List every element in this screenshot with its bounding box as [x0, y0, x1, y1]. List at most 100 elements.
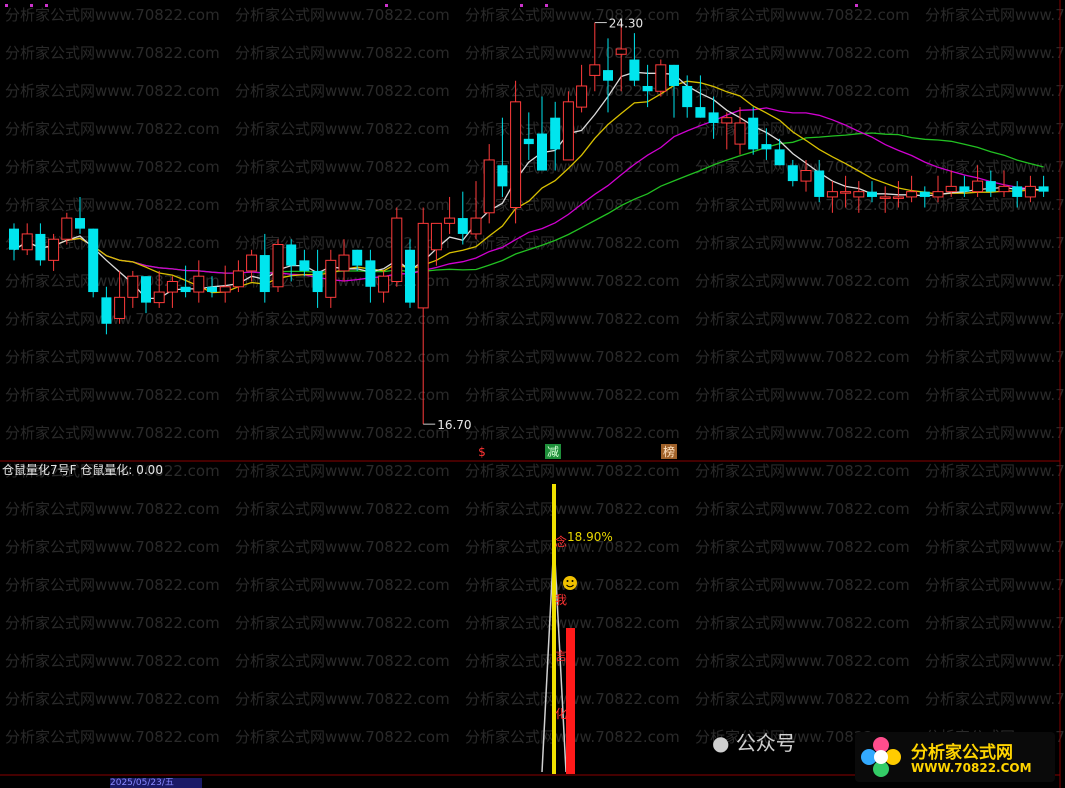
- watermark-bg-text: 分析家公式网www.70822.com: [695, 462, 910, 480]
- watermark-bg-text: 分析家公式网www.70822.com: [925, 690, 1065, 708]
- candle-body-up: [655, 64, 667, 92]
- watermark-url: WWW.70822.COM: [911, 761, 1032, 775]
- candle-body-up: [483, 159, 495, 214]
- watermark-bg-text: 分析家公式网www.70822.com: [465, 272, 680, 290]
- watermark-bg-text: 分析家公式网www.70822.com: [695, 576, 910, 594]
- watermark-bg-text: 分析家公式网www.70822.com: [235, 652, 450, 670]
- watermark-bg-text: 分析家公式网www.70822.com: [5, 500, 220, 518]
- watermark-bg-text: 分析家公式网www.70822.com: [235, 386, 450, 404]
- watermark-bg-text: 分析家公式网www.70822.com: [925, 386, 1065, 404]
- candle-body-down: [207, 286, 217, 293]
- watermark-bg-text: 分析家公式网www.70822.com: [465, 310, 680, 328]
- candle-body-up: [892, 196, 904, 199]
- candle-body-up: [853, 191, 865, 198]
- signal-label: 榜: [663, 444, 675, 459]
- watermark-bg-text: 分析家公式网www.70822.com: [5, 424, 220, 442]
- watermark-bg-text: 分析家公式网www.70822.com: [5, 614, 220, 632]
- watermark-bg-text: 分析家公式网www.70822.com: [695, 196, 910, 214]
- watermark-bg-text: 分析家公式网www.70822.com: [925, 348, 1065, 366]
- watermark-bg-text: 分析家公式网www.70822.com: [465, 424, 680, 442]
- candle-body-down: [867, 191, 877, 197]
- candle-body-up: [721, 117, 733, 124]
- candle-body-up: [945, 185, 957, 193]
- candle-body-down: [695, 107, 706, 118]
- watermark-bg-text: 分析家公式网www.70822.com: [235, 82, 450, 100]
- indicator-glyph: 言: [555, 649, 567, 663]
- watermark-bg-text: 分析家公式网www.70822.com: [235, 614, 450, 632]
- smiley-eye: [571, 580, 574, 582]
- top-marker: [385, 4, 388, 7]
- candle-body-up: [61, 217, 73, 240]
- candle-body-up: [734, 122, 746, 145]
- candle-body-up: [378, 275, 390, 293]
- stock-chart-window: 分析家公式网www.70822.com 分析家公式网www.70822.com 分析…: [0, 0, 1065, 788]
- indicator-glyph: 念: [555, 534, 567, 549]
- watermark-bg-text: 分析家公式网www.70822.com: [235, 44, 450, 62]
- candle-body-down: [9, 228, 19, 250]
- watermark-bg-text: 分析家公式网www.70822.com: [235, 120, 450, 138]
- candle-body-down: [1038, 186, 1049, 192]
- watermark-bg-text: 分析家公式网www.70822.com: [235, 158, 450, 176]
- candle-body-down: [919, 191, 930, 197]
- candle-body-up: [193, 275, 205, 293]
- candle-body-down: [457, 218, 468, 234]
- candle-body-up: [127, 275, 139, 298]
- candle-body-up: [1024, 185, 1036, 198]
- watermark-bg-text: 分析家公式网www.70822.com: [465, 348, 680, 366]
- watermark-bg-text: 分析家公式网www.70822.com: [235, 576, 450, 594]
- site-watermark-logo: 分析家公式网 WWW.70822.COM: [855, 732, 1055, 782]
- watermark-bg-text: 分析家公式网www.70822.com: [5, 690, 220, 708]
- candle-body-down: [642, 85, 653, 92]
- candle-body-down: [88, 228, 99, 293]
- top-marker: [520, 4, 523, 7]
- candle-body-up: [615, 48, 627, 55]
- top-marker: [5, 4, 8, 7]
- signal-label: 减: [547, 445, 559, 459]
- watermark-bg-text: 分析家公式网www.70822.com: [5, 310, 220, 328]
- candle-body-up: [470, 217, 482, 235]
- wechat-official-account-label: ● 公众号: [712, 731, 796, 755]
- indicator-name: 仓鼠量化7号F: [2, 463, 77, 477]
- watermark-bg-text: 分析家公式网www.70822.com: [5, 386, 220, 404]
- watermark-bg-text: 分析家公式网www.70822.com: [235, 462, 450, 480]
- watermark-bg-text: 分析家公式网www.70822.com: [235, 500, 450, 518]
- candle-body-up: [879, 196, 891, 199]
- watermark-bg-text: 分析家公式网www.70822.com: [235, 348, 450, 366]
- candle-body-up: [272, 243, 284, 288]
- watermark-bg-text: 分析家公式网www.70822.com: [695, 6, 910, 24]
- candle-body-up: [589, 64, 601, 76]
- watermark-bg-text: 分析家公式网www.70822.com: [925, 500, 1065, 518]
- candle-body-down: [985, 181, 996, 192]
- watermark-bg-text: 分析家公式网www.70822.com: [925, 538, 1065, 556]
- watermark-bg-text: 分析家公式网www.70822.com: [925, 82, 1065, 100]
- candle-body-down: [497, 165, 508, 187]
- watermark-bg-text: 分析家公式网www.70822.com: [235, 424, 450, 442]
- candle-body-up: [562, 101, 574, 161]
- candle-body-down: [761, 144, 772, 150]
- candle-body-down: [286, 244, 297, 266]
- indicator-value: 仓鼠量化: 0.00: [80, 463, 163, 477]
- watermark-bg-text: 分析家公式网www.70822.com: [695, 272, 910, 290]
- candle-body-up: [232, 270, 244, 288]
- watermark-bg-text: 分析家公式网www.70822.com: [5, 538, 220, 556]
- date-tag: 2025/05/23/五: [110, 778, 202, 788]
- candle-body-down: [537, 133, 547, 171]
- candle-body-down: [708, 112, 719, 123]
- watermark-bg-text: 分析家公式网www.70822.com: [925, 424, 1065, 442]
- high-price-label: 24.30: [609, 17, 643, 31]
- flower-logo-icon: [861, 737, 901, 777]
- watermark-bg-text: 分析家公式网www.70822.com: [925, 272, 1065, 290]
- watermark-bg-text: 分析家公式网www.70822.com: [5, 728, 220, 746]
- candle-body-up: [972, 180, 984, 193]
- candle-body-down: [35, 233, 46, 261]
- candle-body-up: [800, 170, 812, 182]
- indicator-glyph: 我: [555, 593, 567, 607]
- watermark-bg-text: 分析家公式网www.70822.com: [235, 196, 450, 214]
- candle-body-down: [101, 297, 112, 324]
- watermark-bg-text: 分析家公式网www.70822.com: [925, 196, 1065, 214]
- watermark-bg-text: 分析家公式网www.70822.com: [695, 234, 910, 252]
- wechat-icon: ●: [712, 731, 730, 755]
- top-marker: [45, 4, 48, 7]
- watermark-bg-text: 分析家公式网www.70822.com: [5, 158, 220, 176]
- candle-body-up: [576, 85, 588, 108]
